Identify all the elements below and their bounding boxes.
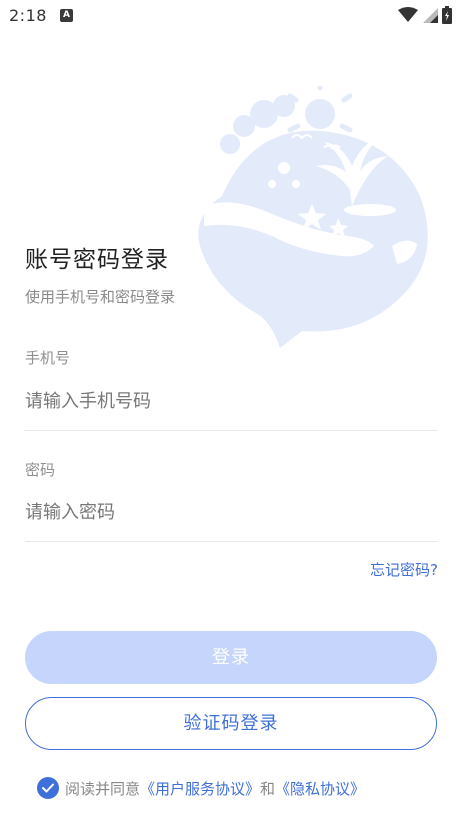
privacy-policy-link[interactable]: 《隐私协议》 [275, 778, 365, 799]
agreement-checkbox[interactable] [37, 777, 59, 799]
status-icons [398, 6, 452, 24]
page-title: 账号密码登录 [25, 247, 169, 273]
status-bar: 2:18 A [0, 0, 460, 32]
code-login-button[interactable]: 验证码登录 [25, 697, 437, 750]
agreement-row: 阅读并同意 《用户服务协议》 和 《隐私协议》 [37, 776, 365, 800]
whale-illustration [198, 86, 428, 348]
cell-signal-icon [423, 8, 438, 23]
password-label: 密码 [25, 461, 56, 479]
phone-input[interactable] [25, 381, 437, 421]
page-subtitle: 使用手机号和密码登录 [25, 288, 176, 306]
forgot-password-link[interactable]: 忘记密码? [370, 559, 438, 580]
phone-divider [25, 430, 437, 431]
phone-label: 手机号 [25, 349, 71, 367]
login-button[interactable]: 登录 [25, 631, 437, 684]
password-divider [25, 541, 437, 542]
check-icon [42, 783, 54, 793]
wifi-icon [398, 7, 418, 22]
status-time: 2:18 [9, 6, 47, 25]
agreement-conjunction: 和 [260, 779, 276, 798]
agreement-prefix: 阅读并同意 [65, 779, 141, 798]
user-agreement-link[interactable]: 《用户服务协议》 [140, 778, 260, 799]
notification-badge: A [60, 9, 73, 22]
battery-icon [442, 6, 452, 24]
password-input[interactable] [25, 492, 437, 532]
